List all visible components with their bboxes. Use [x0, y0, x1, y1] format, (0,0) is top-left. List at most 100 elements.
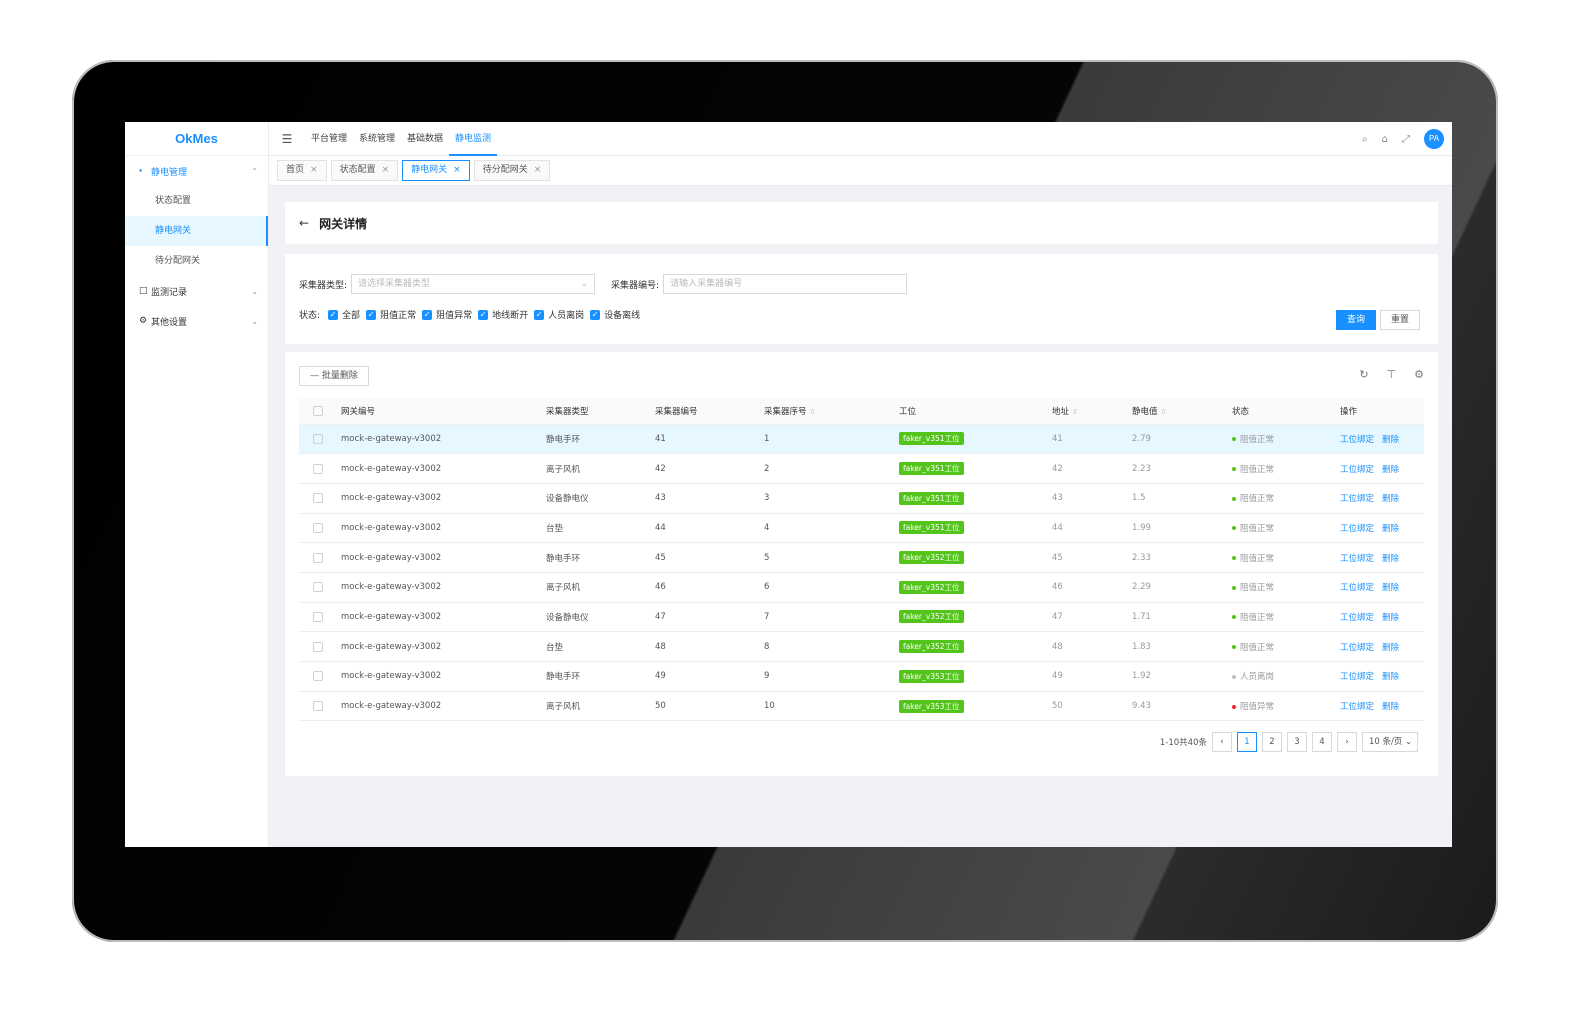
delete-link[interactable]: 删除	[1382, 583, 1399, 593]
table-row[interactable]: mock-e-gateway-v3002 设备静电仪 47 7 faker_v352工位…	[299, 602, 1424, 633]
delete-link[interactable]: 删除	[1382, 465, 1399, 475]
table-row[interactable]: mock-e-gateway-v3002 离子风机 42 2 faker_v351工位 4…	[299, 453, 1424, 484]
bind-station-link[interactable]: 工位绑定	[1340, 613, 1374, 623]
fullscreen-icon[interactable]: ⤢	[1402, 134, 1410, 145]
row-select[interactable]	[299, 691, 337, 722]
checkbox[interactable]	[313, 433, 323, 444]
tab-status-config[interactable]: 状态配置 ×	[330, 160, 399, 181]
row-select[interactable]	[299, 602, 337, 633]
delete-link[interactable]: 删除	[1382, 613, 1399, 623]
menu-toggle-icon[interactable]: ☰	[269, 132, 305, 146]
query-button[interactable]: 查询	[1336, 310, 1376, 330]
header-collector-seq[interactable]: 采集器序号 ⇳	[760, 398, 895, 425]
bind-station-link[interactable]: 工位绑定	[1340, 583, 1374, 593]
bind-station-link[interactable]: 工位绑定	[1340, 702, 1374, 712]
avatar[interactable]: PA	[1424, 129, 1444, 149]
bind-station-link[interactable]: 工位绑定	[1340, 672, 1374, 682]
checkbox[interactable]	[313, 671, 323, 682]
checkbox[interactable]	[313, 463, 323, 474]
checkbox[interactable]	[313, 641, 323, 652]
row-select[interactable]	[299, 424, 337, 455]
bind-station-link[interactable]: 工位绑定	[1340, 643, 1374, 653]
checkbox[interactable]	[313, 522, 323, 533]
checkbox[interactable]	[313, 552, 323, 563]
delete-link[interactable]: 删除	[1382, 494, 1399, 504]
delete-link[interactable]: 删除	[1382, 643, 1399, 653]
table-row[interactable]: mock-e-gateway-v3002 离子风机 50 10 faker_v353工位…	[299, 691, 1424, 722]
nav-basic-data[interactable]: 基础数据	[401, 122, 449, 156]
close-icon[interactable]: ×	[453, 161, 461, 180]
tab-static-gateway[interactable]: 静电网关 ×	[402, 160, 470, 181]
header-static-value[interactable]: 静电值 ⇳	[1128, 398, 1228, 425]
next-page-button[interactable]: ›	[1337, 732, 1357, 752]
status-checkbox-offline[interactable]: ✓ 设备离线	[590, 308, 640, 321]
table-row[interactable]: mock-e-gateway-v3002 台垫 44 4 faker_v351工位 44 1…	[299, 513, 1424, 544]
close-icon[interactable]: ×	[534, 161, 542, 180]
sidebar-item-unassigned-gateway[interactable]: 待分配网关	[125, 246, 268, 276]
table-row[interactable]: mock-e-gateway-v3002 台垫 48 8 faker_v352工位 48 1…	[299, 631, 1424, 662]
delete-link[interactable]: 删除	[1382, 672, 1399, 682]
table-row[interactable]: mock-e-gateway-v3002 离子风机 46 6 faker_v352工位 4…	[299, 572, 1424, 603]
checkbox[interactable]	[313, 611, 323, 622]
status-checkbox-ground-off[interactable]: ✓ 地线断开	[478, 308, 528, 321]
bind-station-link[interactable]: 工位绑定	[1340, 435, 1374, 445]
status-checkbox-normal[interactable]: ✓ 阻值正常	[366, 308, 416, 321]
reset-button[interactable]: 重置	[1380, 310, 1420, 330]
page-3[interactable]: 3	[1287, 732, 1307, 752]
bell-icon[interactable]: ⌂	[1382, 134, 1388, 145]
delete-link[interactable]: 删除	[1382, 554, 1399, 564]
row-select[interactable]	[299, 513, 337, 544]
table-row[interactable]: mock-e-gateway-v3002 静电手环 45 5 faker_v352工位 4…	[299, 542, 1424, 573]
checkbox[interactable]	[313, 405, 323, 416]
table-row[interactable]: mock-e-gateway-v3002 静电手环 41 1 faker_v351工位 4…	[299, 424, 1424, 455]
column-height-icon[interactable]: ⊤	[1387, 368, 1397, 381]
status-checkbox-all[interactable]: ✓ 全部	[328, 308, 360, 321]
tab-unassigned-gateway[interactable]: 待分配网关 ×	[473, 160, 551, 181]
row-select[interactable]	[299, 661, 337, 692]
search-icon[interactable]: ⌕	[1362, 134, 1368, 145]
menu-group-other-settings[interactable]: ⚙ 其他设置 ⌄	[125, 306, 268, 336]
menu-group-monitor-records[interactable]: □ 监测记录 ⌄	[125, 276, 268, 306]
nav-system[interactable]: 系统管理	[353, 122, 401, 156]
delete-link[interactable]: 删除	[1382, 524, 1399, 534]
page-1[interactable]: 1	[1237, 732, 1257, 752]
checkbox[interactable]	[313, 701, 323, 712]
nav-static-monitor[interactable]: 静电监测	[449, 122, 498, 156]
collector-code-input[interactable]: 请输入采集器编号	[663, 274, 908, 294]
checkbox[interactable]	[313, 493, 323, 504]
delete-link[interactable]: 删除	[1382, 702, 1399, 712]
header-select-all[interactable]	[299, 398, 337, 425]
header-address[interactable]: 地址 ⇳	[1048, 398, 1128, 425]
row-select[interactable]	[299, 483, 337, 514]
collector-type-select[interactable]: 请选择采集器类型 ⌄	[351, 274, 596, 294]
row-select[interactable]	[299, 453, 337, 484]
bind-station-link[interactable]: 工位绑定	[1340, 465, 1374, 475]
nav-platform[interactable]: 平台管理	[305, 122, 353, 156]
page-4[interactable]: 4	[1312, 732, 1332, 752]
prev-page-button[interactable]: ‹	[1212, 732, 1232, 752]
row-select[interactable]	[299, 542, 337, 573]
checkbox[interactable]	[313, 582, 323, 593]
page-2[interactable]: 2	[1262, 732, 1282, 752]
menu-group-static-management[interactable]: ⬩ 静电管理 ⌃	[125, 156, 268, 186]
row-select[interactable]	[299, 572, 337, 603]
close-icon[interactable]: ×	[382, 161, 390, 180]
tab-home[interactable]: 首页 ×	[277, 160, 327, 181]
table-row[interactable]: mock-e-gateway-v3002 设备静电仪 43 3 faker_v351工位…	[299, 483, 1424, 514]
bind-station-link[interactable]: 工位绑定	[1340, 554, 1374, 564]
status-checkbox-abnormal[interactable]: ✓ 阻值异常	[422, 308, 472, 321]
back-arrow-icon[interactable]: ←	[299, 216, 309, 230]
refresh-icon[interactable]: ↻	[1359, 368, 1368, 381]
close-icon[interactable]: ×	[310, 161, 318, 180]
bind-station-link[interactable]: 工位绑定	[1340, 494, 1374, 504]
batch-delete-button[interactable]: — 批量删除	[299, 366, 369, 386]
table-row[interactable]: mock-e-gateway-v3002 静电手环 49 9 faker_v353工位 4…	[299, 661, 1424, 692]
page-size-select[interactable]: 10 条/页 ⌄	[1362, 732, 1418, 752]
delete-link[interactable]: 删除	[1382, 435, 1399, 445]
sidebar-item-status-config[interactable]: 状态配置	[125, 186, 268, 216]
status-checkbox-away[interactable]: ✓ 人员离岗	[534, 308, 584, 321]
bind-station-link[interactable]: 工位绑定	[1340, 524, 1374, 534]
row-select[interactable]	[299, 631, 337, 662]
sidebar-item-static-gateway[interactable]: 静电网关	[125, 216, 268, 246]
settings-icon[interactable]: ⚙	[1414, 368, 1424, 381]
